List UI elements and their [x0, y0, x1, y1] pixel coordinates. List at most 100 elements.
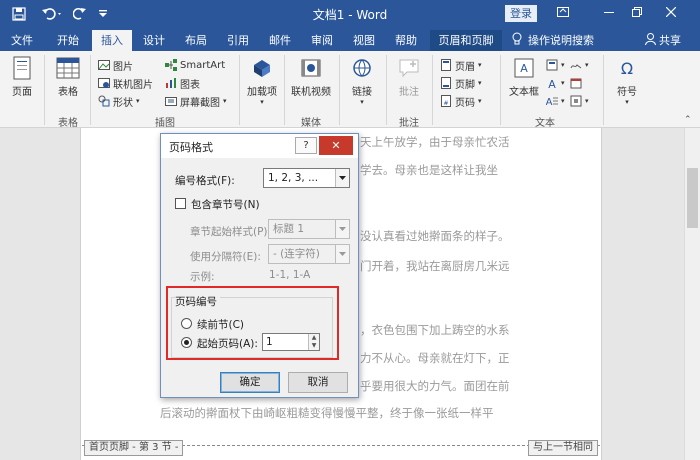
ribbon-display-options-icon[interactable] [552, 3, 574, 23]
link-button[interactable]: 链接 ▾ [342, 56, 382, 106]
comment-icon [397, 56, 421, 80]
date-time-icon[interactable] [570, 75, 585, 91]
wordart-icon[interactable]: A ▾ [546, 75, 564, 91]
group-table-label: 表格 [58, 118, 78, 129]
screenshot-button[interactable]: 屏幕截图 ▾ [165, 93, 227, 109]
help-icon[interactable]: ? [295, 137, 317, 154]
link-label: 链接 [352, 87, 372, 98]
addins-icon [250, 56, 274, 80]
number-format-select[interactable]: 1, 2, 3, ... [263, 168, 350, 188]
chapter-style-label: 章节起始样式(P) [190, 226, 268, 238]
close-icon[interactable]: ✕ [319, 136, 353, 155]
chapter-style-select[interactable]: 标题 1 [268, 219, 350, 239]
separator [44, 55, 45, 125]
minimize-icon[interactable] [598, 3, 620, 23]
ribbon: 页面 表格 表格 图片 联机图片 形状 ▾ SmartArt 图表 屏幕截图 ▾ 插… [0, 51, 700, 129]
separator [603, 55, 604, 125]
screenshot-label: 屏幕截图 [180, 97, 220, 109]
doc-line: 力不从心。母亲就在灯下，正 [360, 351, 510, 365]
dropdown-arrow-icon: ▾ [625, 98, 629, 106]
online-picture-icon [98, 77, 110, 89]
number-format-value: 1, 2, 3, ... [268, 172, 319, 184]
signature-line-icon[interactable]: ▾ [570, 57, 589, 73]
comment-button[interactable]: 批注 [389, 56, 429, 98]
tab-file[interactable]: 文件 [2, 30, 42, 51]
footer-section-tag: 首页页脚 - 第 3 节 - [84, 440, 184, 456]
same-as-previous-tag: 与上一节相同 [528, 440, 598, 456]
scrollbar-thumb[interactable] [687, 168, 698, 228]
tab-layout[interactable]: 布局 [178, 30, 214, 51]
shapes-button[interactable]: 形状 ▾ [98, 93, 140, 109]
symbol-label: 符号 [617, 87, 637, 98]
separator [90, 55, 91, 125]
doc-line: 门开着，我站在离厨房几米远 [360, 259, 510, 273]
separator [239, 55, 240, 125]
online-video-icon [299, 56, 323, 80]
quick-parts-icon[interactable]: ▾ [546, 57, 565, 73]
online-picture-button[interactable]: 联机图片 [98, 75, 153, 91]
restore-icon[interactable] [626, 3, 648, 23]
tab-header-footer[interactable]: 页眉和页脚 [430, 30, 502, 51]
textbox-label: 文本框 [509, 87, 539, 98]
object-icon[interactable]: ▾ [570, 93, 589, 109]
share-button[interactable]: 共享 [645, 30, 681, 51]
ribbon-tabs: 文件 开始 插入 设计 布局 引用 邮件 审阅 视图 帮助 页眉和页脚 操作说明… [0, 28, 700, 51]
doc-line: 学去。母亲也是这样让我坐 [360, 163, 498, 177]
tab-home[interactable]: 开始 [48, 30, 88, 51]
separator-select[interactable]: - (连字符) [268, 244, 350, 264]
tab-review[interactable]: 审阅 [304, 30, 340, 51]
dropdown-arrow-icon: ▾ [478, 79, 482, 87]
footer-icon [440, 77, 452, 89]
separator [500, 55, 501, 125]
smartart-icon [165, 59, 177, 71]
dialog-title-bar: 页码格式 ? ✕ [161, 134, 358, 158]
tab-design[interactable]: 设计 [136, 30, 172, 51]
tab-view[interactable]: 视图 [346, 30, 382, 51]
page-button[interactable]: 页面 [2, 56, 42, 98]
textbox-button[interactable]: A 文本框 [504, 56, 544, 98]
person-icon [645, 31, 656, 52]
dropdown-arrow-icon: ▾ [223, 97, 227, 105]
smartart-label: SmartArt [180, 59, 226, 71]
picture-icon [98, 59, 110, 71]
cancel-button[interactable]: 取消 [288, 372, 348, 393]
separator [386, 55, 387, 125]
footer-button[interactable]: 页脚 ▾ [440, 75, 482, 91]
dropdown-arrow-icon: ▾ [136, 97, 140, 105]
vertical-scrollbar[interactable] [684, 128, 700, 460]
ok-button[interactable]: 确定 [220, 372, 280, 393]
svg-text:A: A [546, 97, 553, 107]
page-label: 页面 [12, 87, 32, 98]
tab-help[interactable]: 帮助 [388, 30, 424, 51]
smartart-button[interactable]: SmartArt [165, 57, 225, 73]
page-number-button[interactable]: # 页码 ▾ [440, 93, 482, 109]
include-chapter-checkbox[interactable] [175, 198, 186, 209]
collapse-ribbon-icon[interactable]: ⌃ [684, 115, 692, 125]
online-video-button[interactable]: 联机视频 [289, 56, 333, 98]
tab-references[interactable]: 引用 [220, 30, 256, 51]
addins-button[interactable]: 加载项 ▾ [242, 56, 282, 106]
footer-label: 页脚 [455, 79, 475, 91]
dropdown-arrow-icon: ▾ [360, 98, 364, 106]
shapes-icon [98, 95, 110, 107]
header-button[interactable]: 页眉 ▾ [440, 57, 482, 73]
drop-cap-icon[interactable]: A ▾ [546, 93, 565, 109]
doc-line: ，衣色包围下加上踌空的水系 [360, 323, 510, 337]
tell-me-search[interactable]: 操作说明搜索 [512, 30, 594, 51]
chevron-down-icon [335, 220, 349, 238]
tell-me-label: 操作说明搜索 [528, 34, 594, 47]
table-button[interactable]: 表格 [48, 56, 88, 98]
comment-label: 批注 [399, 87, 419, 98]
svg-text:Ω: Ω [621, 59, 633, 78]
separator-value: - (连字符) [273, 248, 320, 260]
title-bar: 文档1 - Word 登录 [0, 0, 700, 28]
picture-button[interactable]: 图片 [98, 57, 133, 73]
close-window-icon[interactable] [660, 3, 682, 23]
tab-mailings[interactable]: 邮件 [262, 30, 298, 51]
chart-button[interactable]: 图表 [165, 75, 200, 91]
screenshot-icon [165, 95, 177, 107]
symbol-button[interactable]: Ω 符号 ▾ [607, 56, 647, 106]
tab-insert[interactable]: 插入 [92, 30, 132, 51]
login-button[interactable]: 登录 [505, 5, 537, 22]
doc-line: 后滚动的擀面杖下由崎岖粗糙变得慢慢平整，终于像一张纸一样平 [160, 406, 494, 420]
